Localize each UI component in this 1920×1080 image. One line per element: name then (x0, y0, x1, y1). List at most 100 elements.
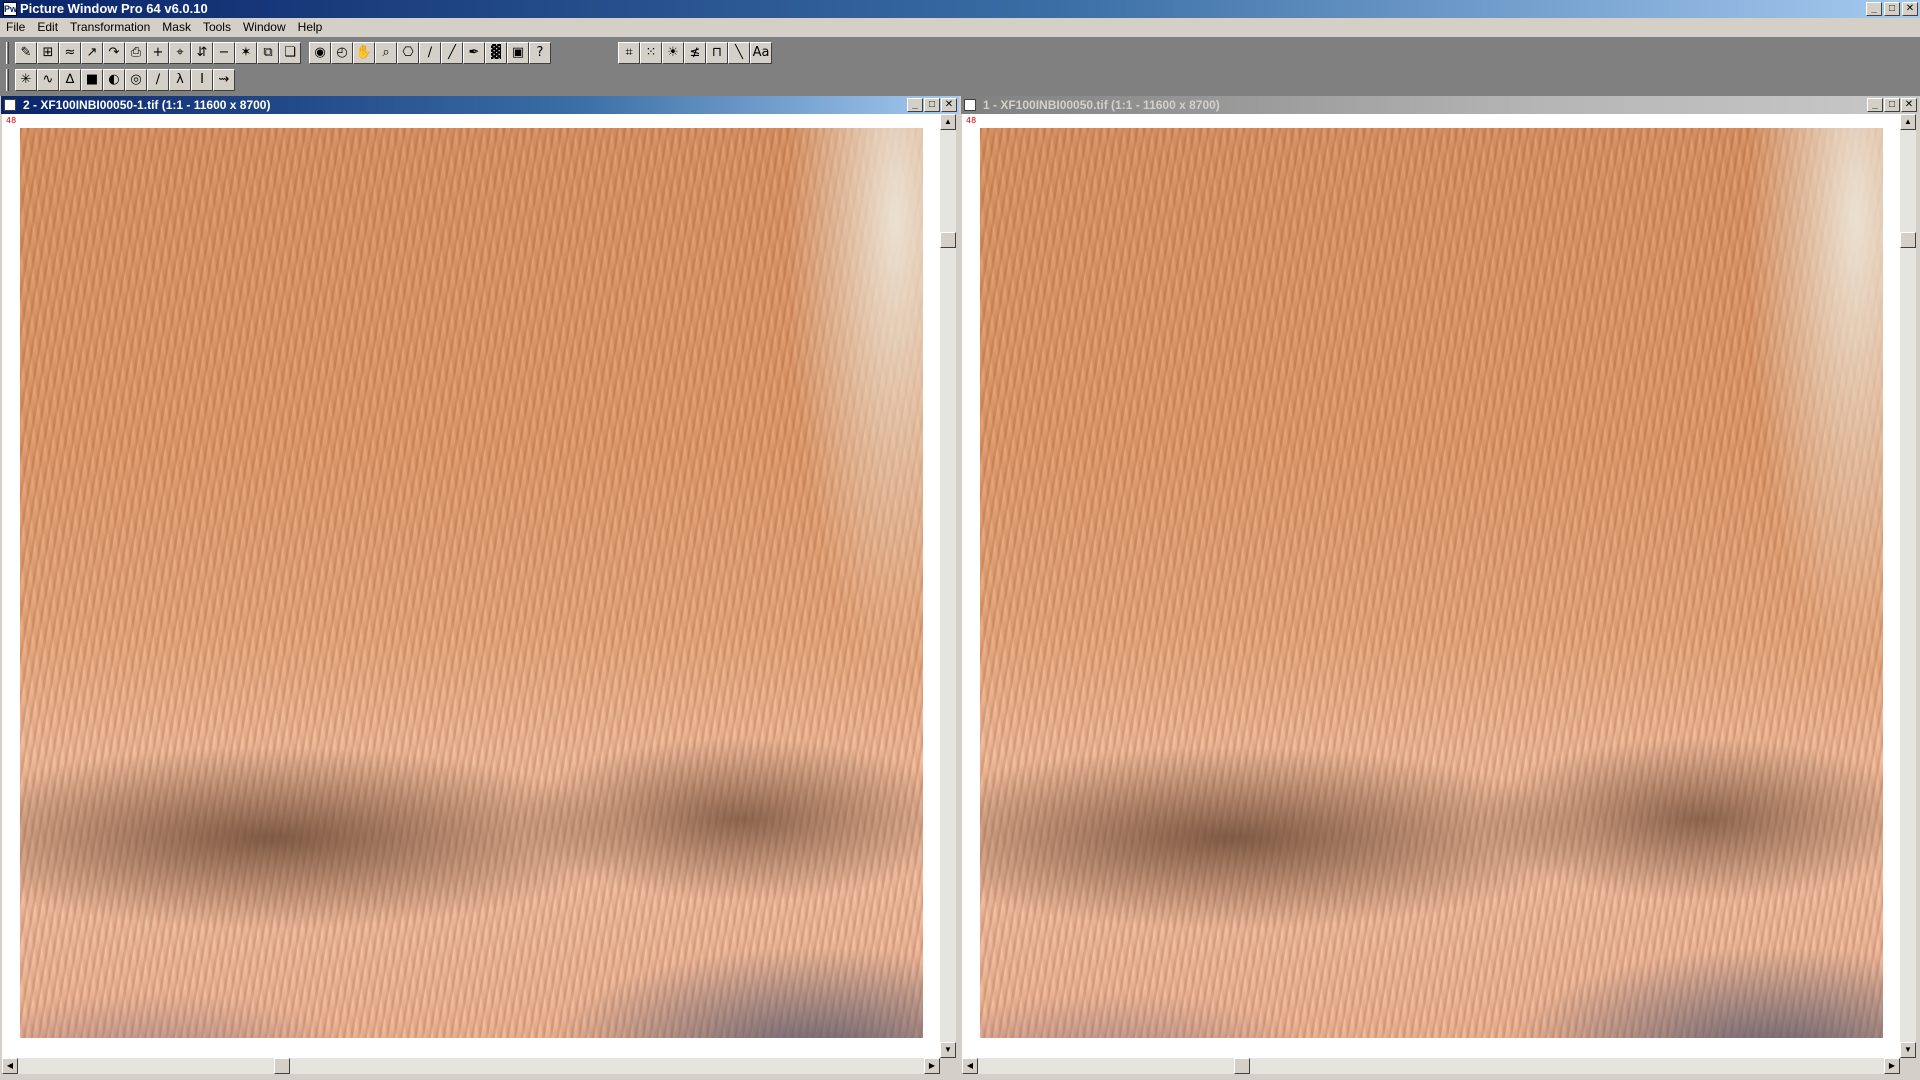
scroll-down-button[interactable]: ▼ (1900, 1042, 1916, 1058)
group2-tool-button-4[interactable]: ⌕ (375, 42, 397, 64)
group3-tool-button-7[interactable]: Aa (750, 42, 772, 64)
secondary-tool-button-10[interactable]: ⇝ (213, 69, 235, 91)
group2-tool-button-10[interactable]: ▣ (507, 42, 529, 64)
group1-tool-button-6[interactable]: ⎙ (125, 42, 147, 64)
group1-tool-button-8[interactable]: ⌖ (169, 42, 191, 64)
minimize-button[interactable]: _ (1867, 98, 1883, 112)
document-icon[interactable] (4, 99, 16, 111)
secondary-tool-button-9[interactable]: I (191, 69, 213, 91)
document-title: 2 - XF100INBI00050-1.tif (1:1 - 11600 x … (23, 98, 271, 112)
group2-tool-button-2[interactable]: ◴ (331, 42, 353, 64)
app-icon[interactable]: Pw (3, 2, 17, 16)
group3-tool-button-1[interactable]: ⌗ (618, 42, 640, 64)
group3-tool-button-6[interactable]: ╲ (728, 42, 750, 64)
vertical-scrollbar[interactable]: ▲ ▼ (1900, 114, 1916, 1058)
minimize-button[interactable]: _ (907, 98, 923, 112)
document-title: 1 - XF100INBI00050.tif (1:1 - 11600 x 87… (983, 98, 1220, 112)
toolbar-grip[interactable] (6, 42, 9, 64)
secondary-tool-button-7[interactable]: ∕ (147, 69, 169, 91)
document-window-1[interactable]: 1 - XF100INBI00050.tif (1:1 - 11600 x 87… (960, 96, 1920, 1080)
group1-tool-button-12[interactable]: ⧉ (257, 42, 279, 64)
close-button[interactable]: ✕ (1901, 98, 1917, 112)
group3-tool-button-3[interactable]: ☀ (662, 42, 684, 64)
horizontal-scroll-thumb[interactable] (274, 1058, 290, 1074)
group1-tool-button-2[interactable]: ⊞ (37, 42, 59, 64)
scroll-left-button[interactable]: ◀ (962, 1058, 978, 1074)
menu-tools[interactable]: Tools (197, 18, 237, 37)
toolbar-grip[interactable] (6, 69, 9, 91)
maximize-button[interactable]: □ (924, 98, 940, 112)
toolbar-transform: ⌗ ⁙ ☀ ≰ ⊓ ╲ Aa (618, 40, 772, 66)
menu-window[interactable]: Window (237, 18, 292, 37)
group1-tool-button-4[interactable]: ↗ (81, 42, 103, 64)
menu-help[interactable]: Help (292, 18, 329, 37)
secondary-tool-button-1[interactable]: ✳ (15, 69, 37, 91)
image-canvas[interactable]: 48 (962, 114, 1900, 1058)
group2-tool-button-8[interactable]: ✒ (463, 42, 485, 64)
document-icon[interactable] (964, 99, 976, 111)
toolbar-secondary: ✳ ∿ ∆ ■ ◐ ◎ ∕ λ I ⇝ (6, 67, 235, 93)
secondary-tool-button-6[interactable]: ◎ (125, 69, 147, 91)
vertical-scroll-thumb[interactable] (1900, 232, 1916, 248)
menubar: File Edit Transformation Mask Tools Wind… (0, 18, 1920, 37)
scroll-up-button[interactable]: ▲ (1900, 114, 1916, 130)
secondary-tool-button-2[interactable]: ∿ (37, 69, 59, 91)
corner-label: 48 (6, 116, 17, 125)
group1-tool-button-1[interactable]: ✎ (15, 42, 37, 64)
group3-tool-button-2[interactable]: ⁙ (640, 42, 662, 64)
vertical-scrollbar[interactable]: ▲ ▼ (940, 114, 956, 1058)
horizontal-scrollbar[interactable]: ◀ ▶ (962, 1058, 1900, 1074)
menu-edit[interactable]: Edit (31, 18, 64, 37)
group1-tool-button-10[interactable]: − (213, 42, 235, 64)
document-titlebar[interactable]: 2 - XF100INBI00050-1.tif (1:1 - 11600 x … (1, 96, 959, 114)
document-window-controls: _ □ ✕ (1867, 98, 1917, 112)
horizontal-scroll-thumb[interactable] (1234, 1058, 1250, 1074)
group1-tool-button-5[interactable]: ↷ (103, 42, 125, 64)
photo-image (20, 128, 923, 1038)
toolbar-area: ✎ ⊞ ≈ ↗ ↷ ⎙ + ⌖ ⇵ − ✶ ⧉ ❏ ◉ ◴ ✋ ⌕ ⎔ ∕ ╱ ✒ ▓ ▣? ⌗ ⁙ ☀ ≰ ⊓ ╲ Aa ✳ ∿ ∆ ■ ◐… (0, 37, 1920, 96)
menu-transformation[interactable]: Transformation (64, 18, 156, 37)
toolbar-group-4: ✳ ∿ ∆ ■ ◐ ◎ ∕ λ I ⇝ (15, 69, 235, 91)
group1-tool-button-13[interactable]: ❏ (279, 42, 301, 64)
group1-tool-button-3[interactable]: ≈ (59, 42, 81, 64)
secondary-tool-button-4[interactable]: ■ (81, 69, 103, 91)
document-titlebar[interactable]: 1 - XF100INBI00050.tif (1:1 - 11600 x 87… (961, 96, 1919, 114)
menu-file[interactable]: File (0, 18, 31, 37)
group1-tool-button-9[interactable]: ⇵ (191, 42, 213, 64)
group2-tool-button-1[interactable]: ◉ (309, 42, 331, 64)
group2-tool-button-7[interactable]: ╱ (441, 42, 463, 64)
scroll-right-button[interactable]: ▶ (924, 1058, 940, 1074)
scroll-down-button[interactable]: ▼ (940, 1042, 956, 1058)
group2-tool-button-5[interactable]: ⎔ (397, 42, 419, 64)
close-button[interactable]: ✕ (1902, 2, 1918, 16)
toolbar-main: ✎ ⊞ ≈ ↗ ↷ ⎙ + ⌖ ⇵ − ✶ ⧉ ❏ ◉ ◴ ✋ ⌕ ⎔ ∕ ╱ ✒ ▓ ▣? (6, 40, 551, 66)
document-window-2[interactable]: 2 - XF100INBI00050-1.tif (1:1 - 11600 x … (0, 96, 960, 1080)
group2-tool-button-9[interactable]: ▓ (485, 42, 507, 64)
app-titlebar[interactable]: Pw Picture Window Pro 64 v6.0.10 _ □ ✕ (0, 0, 1920, 18)
group1-tool-button-7[interactable]: + (147, 42, 169, 64)
menu-mask[interactable]: Mask (156, 18, 197, 37)
group2-tool-button-3[interactable]: ✋ (353, 42, 375, 64)
minimize-button[interactable]: _ (1866, 2, 1882, 16)
image-canvas[interactable]: 48 (2, 114, 940, 1058)
horizontal-scrollbar[interactable]: ◀ ▶ (2, 1058, 940, 1074)
group2-tool-button-6[interactable]: ∕ (419, 42, 441, 64)
scroll-up-button[interactable]: ▲ (940, 114, 956, 130)
scroll-right-button[interactable]: ▶ (1884, 1058, 1900, 1074)
corner-label: 48 (966, 116, 977, 125)
restore-button[interactable]: □ (1884, 2, 1900, 16)
group3-tool-button-5[interactable]: ⊓ (706, 42, 728, 64)
document-window-controls: _ □ ✕ (907, 98, 957, 112)
group2-tool-button-11[interactable]: ? (529, 42, 551, 64)
app-window-controls: _ □ ✕ (1866, 2, 1918, 16)
secondary-tool-button-8[interactable]: λ (169, 69, 191, 91)
scroll-left-button[interactable]: ◀ (2, 1058, 18, 1074)
group1-tool-button-11[interactable]: ✶ (235, 42, 257, 64)
toolbar-group-3: ⌗ ⁙ ☀ ≰ ⊓ ╲ Aa (618, 42, 772, 64)
secondary-tool-button-5[interactable]: ◐ (103, 69, 125, 91)
group3-tool-button-4[interactable]: ≰ (684, 42, 706, 64)
maximize-button[interactable]: □ (1884, 98, 1900, 112)
secondary-tool-button-3[interactable]: ∆ (59, 69, 81, 91)
vertical-scroll-thumb[interactable] (940, 232, 956, 248)
close-button[interactable]: ✕ (941, 98, 957, 112)
